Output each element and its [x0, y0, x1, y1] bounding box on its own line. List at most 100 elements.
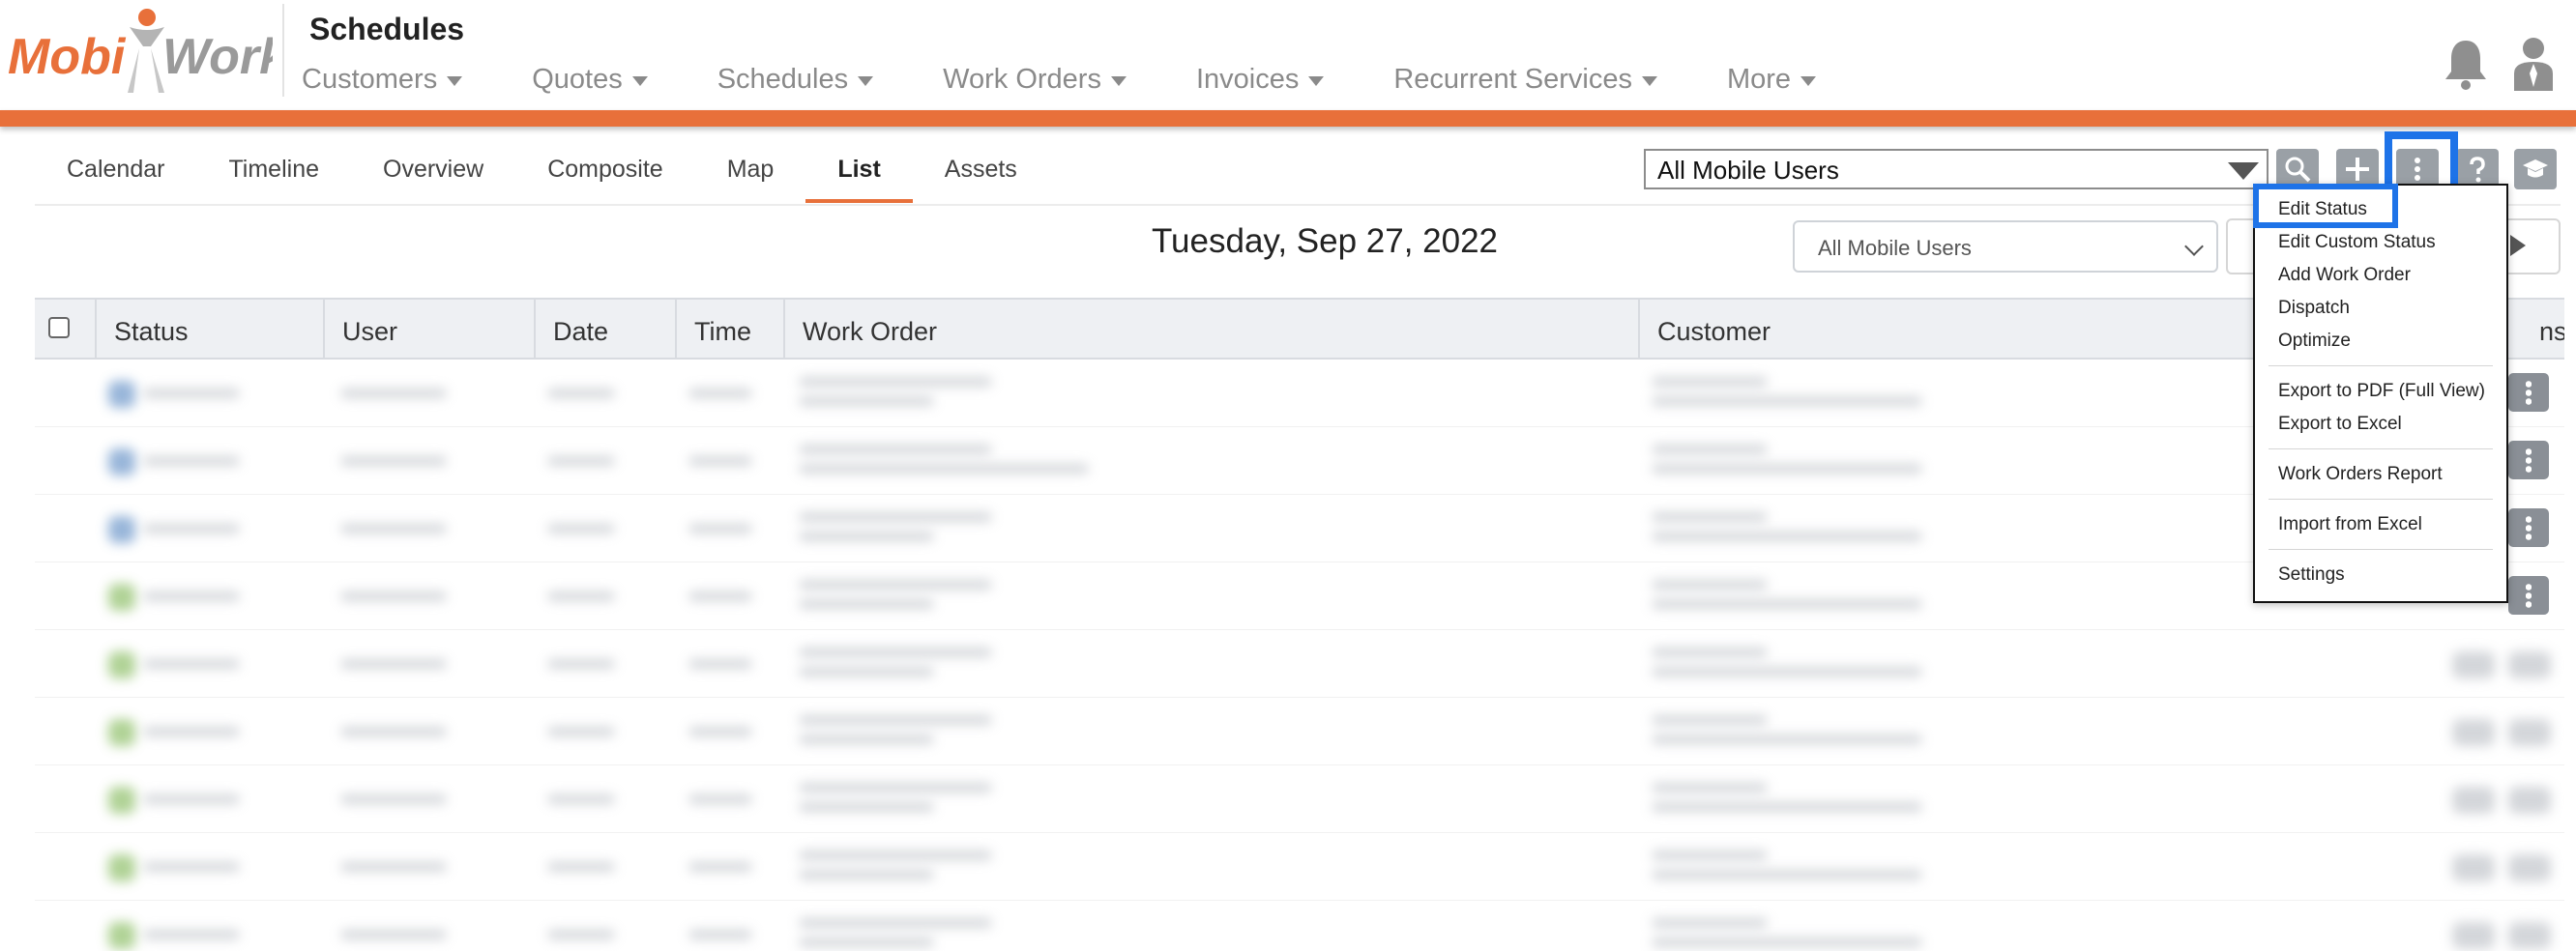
- user-text-obscured: [340, 456, 447, 466]
- tab-map[interactable]: Map: [695, 135, 806, 203]
- work-order-subtext-obscured: [799, 599, 934, 609]
- select-all-checkbox[interactable]: [48, 317, 70, 338]
- time-text-obscured: [688, 794, 752, 804]
- time-text-obscured: [688, 389, 752, 398]
- logo-divider: [282, 4, 284, 97]
- menu-divider: [2269, 365, 2493, 366]
- nav-customers[interactable]: Customers: [302, 60, 463, 99]
- menu-item-import-excel[interactable]: Import from Excel: [2278, 514, 2422, 535]
- column-header-user[interactable]: User: [325, 300, 536, 360]
- status-text-obscured: [143, 794, 240, 804]
- bell-icon[interactable]: [2441, 37, 2491, 91]
- menu-divider: [2269, 499, 2493, 500]
- list-user-filter-select[interactable]: All Mobile Users: [1793, 220, 2218, 273]
- column-header-date[interactable]: Date: [536, 300, 677, 360]
- customer-text-obscured: [1652, 377, 1768, 387]
- menu-item-export-pdf[interactable]: Export to PDF (Full View): [2278, 381, 2485, 402]
- time-text-obscured: [688, 591, 752, 601]
- caret-down-icon: [1800, 76, 1817, 86]
- main-navigation: Customers Quotes Schedules Work Orders I…: [302, 60, 1886, 99]
- nav-work-orders[interactable]: Work Orders: [943, 60, 1127, 99]
- time-text-obscured: [688, 862, 752, 872]
- customer-text-obscured: [1652, 512, 1768, 522]
- user-text-obscured: [340, 862, 447, 872]
- customer-subtext-obscured: [1652, 802, 1922, 812]
- next-day-arrow-icon[interactable]: [2510, 235, 2526, 256]
- tab-list[interactable]: List: [805, 135, 914, 203]
- work-order-subtext-obscured: [799, 464, 1089, 474]
- tabs-divider: [35, 204, 2561, 206]
- time-text-obscured: [688, 727, 752, 736]
- user-profile-icon[interactable]: [2510, 35, 2557, 91]
- menu-item-edit-custom-status[interactable]: Edit Custom Status: [2278, 232, 2436, 253]
- table-row[interactable]: [35, 833, 2564, 901]
- table-row[interactable]: [35, 427, 2564, 495]
- status-text-obscured: [143, 659, 240, 669]
- customer-text-obscured: [1652, 715, 1768, 725]
- help-icon: [2470, 157, 2485, 183]
- work-order-subtext-obscured: [799, 937, 934, 947]
- status-text-obscured: [143, 389, 240, 398]
- table-header: Status User Date Time Work Order Custome…: [35, 298, 2564, 360]
- nav-schedules-label: Schedules: [717, 63, 849, 95]
- user-text-obscured: [340, 389, 447, 398]
- table-body: [35, 360, 2564, 951]
- svg-text:Mobi: Mobi: [8, 29, 127, 85]
- status-text-obscured: [143, 524, 240, 533]
- nav-recurrent-services[interactable]: Recurrent Services: [1393, 60, 1657, 99]
- mobile-user-filter-value: All Mobile Users: [1657, 156, 1839, 185]
- page-title: Schedules: [309, 12, 465, 46]
- table-row[interactable]: [35, 360, 2564, 427]
- row-actions-button[interactable]: [2508, 576, 2549, 615]
- tab-composite[interactable]: Composite: [515, 135, 695, 203]
- menu-item-work-orders-report[interactable]: Work Orders Report: [2278, 464, 2443, 485]
- row-actions-button[interactable]: [2508, 508, 2549, 547]
- svg-text:Work: Work: [162, 29, 273, 85]
- user-text-obscured: [340, 659, 447, 669]
- more-vertical-icon: [2526, 583, 2532, 608]
- status-indicator: [108, 787, 135, 814]
- table-row[interactable]: [35, 495, 2564, 562]
- table-row[interactable]: [35, 630, 2564, 698]
- customer-subtext-obscured: [1652, 532, 1922, 541]
- nav-more-label: More: [1726, 63, 1792, 95]
- nav-quotes[interactable]: Quotes: [532, 60, 648, 99]
- work-order-subtext-obscured: [799, 667, 934, 677]
- more-vertical-icon: [2526, 380, 2532, 405]
- customer-subtext-obscured: [1652, 937, 1922, 947]
- customer-text-obscured: [1652, 850, 1768, 860]
- column-header-work-order[interactable]: Work Order: [785, 300, 1640, 360]
- tab-assets[interactable]: Assets: [913, 135, 1049, 203]
- nav-work-orders-label: Work Orders: [943, 63, 1101, 95]
- work-order-text-obscured: [799, 445, 992, 454]
- mobile-user-filter-select[interactable]: All Mobile Users: [1644, 149, 2269, 189]
- plus-icon: [2346, 158, 2369, 181]
- column-header-status[interactable]: Status: [97, 300, 325, 360]
- status-indicator: [108, 448, 135, 476]
- nav-more[interactable]: More: [1726, 60, 1817, 99]
- row-action-obscured: [2452, 922, 2495, 949]
- tab-timeline[interactable]: Timeline: [196, 135, 351, 203]
- menu-item-optimize[interactable]: Optimize: [2278, 331, 2351, 352]
- table-row[interactable]: [35, 765, 2564, 833]
- table-row[interactable]: [35, 901, 2564, 951]
- nav-schedules[interactable]: Schedules: [717, 60, 874, 99]
- menu-item-settings[interactable]: Settings: [2278, 564, 2345, 586]
- work-order-text-obscured: [799, 377, 992, 387]
- row-actions-button[interactable]: [2508, 373, 2549, 412]
- nav-invoices[interactable]: Invoices: [1196, 60, 1325, 99]
- menu-item-export-excel[interactable]: Export to Excel: [2278, 414, 2402, 435]
- date-text-obscured: [547, 524, 615, 533]
- column-header-time[interactable]: Time: [677, 300, 785, 360]
- menu-item-add-work-order[interactable]: Add Work Order: [2278, 265, 2411, 286]
- tab-calendar[interactable]: Calendar: [35, 135, 196, 203]
- training-button[interactable]: [2514, 149, 2557, 189]
- menu-item-dispatch[interactable]: Dispatch: [2278, 298, 2350, 319]
- table-row[interactable]: [35, 562, 2564, 630]
- table-row[interactable]: [35, 698, 2564, 765]
- mobiwork-logo[interactable]: Mobi Work: [6, 4, 273, 95]
- schedule-list-table: Status User Date Time Work Order Custome…: [35, 298, 2564, 951]
- tab-overview[interactable]: Overview: [351, 135, 515, 203]
- row-actions-button[interactable]: [2508, 441, 2549, 479]
- status-text-obscured: [143, 862, 240, 872]
